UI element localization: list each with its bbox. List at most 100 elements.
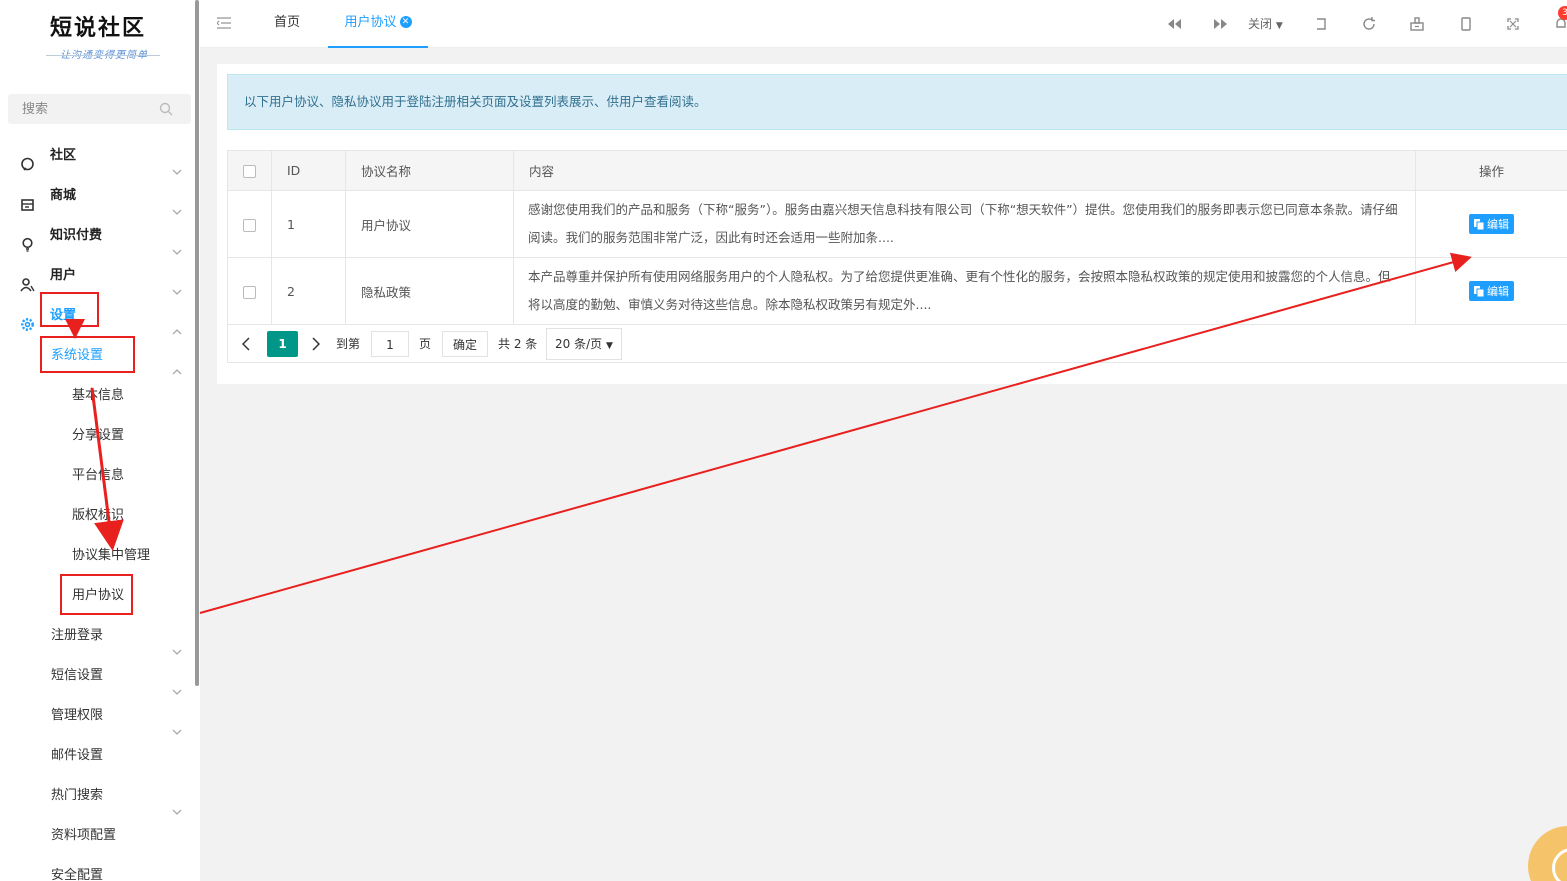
- row-checkbox[interactable]: [243, 218, 256, 232]
- search-input[interactable]: [8, 94, 158, 124]
- sidebar-item-label: 社区: [50, 148, 77, 163]
- tab-home[interactable]: 首页: [274, 0, 300, 48]
- sidebar-item-label: 版权标识: [72, 508, 125, 523]
- annotation-box-settings: [40, 292, 99, 327]
- sidebar-item-hot-search[interactable]: 热门搜索: [0, 776, 196, 816]
- cell-name: 隐私政策: [345, 257, 514, 325]
- sidebar-item-label: 热门搜索: [51, 788, 104, 803]
- notification-badge: 3: [1558, 6, 1567, 20]
- tab-user-agreement[interactable]: 用户协议 ✕: [328, 0, 428, 48]
- close-tabs-dropdown[interactable]: 关闭 ▼: [1248, 0, 1283, 48]
- main-content: 以下用户协议、隐私协议用于登陆注册相关页面及设置列表展示、供用户查看阅读。 ID…: [217, 64, 1567, 384]
- cell-id: 2: [271, 257, 346, 325]
- search-icon[interactable]: [159, 102, 173, 120]
- tab-label: 用户协议: [344, 15, 397, 30]
- mobile-preview-icon[interactable]: [1457, 15, 1475, 33]
- edit-button[interactable]: 编辑: [1469, 214, 1514, 234]
- sidebar-item-users[interactable]: 用户: [0, 256, 196, 296]
- sidebar-item-register-login[interactable]: 注册登录: [0, 616, 196, 656]
- users-icon: [20, 269, 35, 292]
- pager-current-page[interactable]: 1: [267, 331, 298, 357]
- column-header-content: 内容: [513, 150, 1416, 191]
- row-select-cell: [227, 190, 272, 258]
- sidebar-item-label: 知识付费: [50, 228, 103, 243]
- fullscreen-icon[interactable]: [1504, 15, 1522, 33]
- column-header-name: 协议名称: [345, 150, 514, 191]
- sidebar-item-label: 基本信息: [72, 388, 125, 403]
- store-icon: [20, 189, 35, 211]
- logo-slogan: 让沟通变得更简单: [8, 46, 200, 61]
- pager-goto-label: 到第: [336, 337, 361, 351]
- chat-icon: [20, 149, 35, 171]
- sidebar-item-label: 注册登录: [51, 628, 104, 643]
- sidebar-item-agreements[interactable]: 协议集中管理: [0, 536, 196, 576]
- sidebar-item-security[interactable]: 安全配置: [0, 856, 196, 881]
- row-select-cell: [227, 257, 272, 325]
- cell-name: 用户协议: [345, 190, 514, 258]
- sidebar-item-label: 用户: [50, 268, 77, 283]
- edit-button-label: 编辑: [1487, 218, 1509, 231]
- pager-size-label: 20 条/页: [555, 337, 603, 351]
- sidebar-item-label: 资料项配置: [51, 828, 117, 843]
- sidebar-item-community[interactable]: 社区: [0, 136, 196, 176]
- cell-actions: 编辑: [1415, 257, 1567, 325]
- logo: 短说社区 让沟通变得更简单: [0, 10, 200, 61]
- pager-prev-icon[interactable]: [241, 331, 250, 357]
- cell-actions: 编辑: [1415, 190, 1567, 258]
- cell-content: 本产品尊重并保护所有使用网络服务用户的个人隐私权。为了给您提供更准确、更有个性化…: [513, 257, 1416, 325]
- table-row: 1 用户协议 感谢您使用我们的产品和服务（下称“服务”）。服务由嘉兴想天信息科技…: [227, 190, 1567, 258]
- sidebar-item-label: 平台信息: [72, 468, 125, 483]
- edit-button[interactable]: 编辑: [1469, 281, 1514, 301]
- column-header-actions: 操作: [1415, 150, 1567, 191]
- edit-button-label: 编辑: [1487, 285, 1509, 298]
- sidebar-menu: 社区 商城 知识付费 用户 设置 系统设置 基本信息 分享设置 平台信息 版权标…: [0, 136, 196, 881]
- select-all-checkbox[interactable]: [243, 165, 256, 178]
- column-header-id: ID: [271, 150, 346, 191]
- column-header-actions-label: 操作: [1478, 164, 1504, 179]
- sidebar-item-mail-settings[interactable]: 邮件设置: [0, 736, 196, 776]
- select-all-cell: [227, 150, 272, 191]
- sidebar-item-knowledge[interactable]: 知识付费: [0, 216, 196, 256]
- next-page-icon[interactable]: [1211, 15, 1229, 33]
- sidebar: 短说社区 让沟通变得更简单 社区 商城 知识付费: [0, 0, 200, 881]
- sidebar-item-basic-info[interactable]: 基本信息: [0, 376, 196, 416]
- copy-icon: [1474, 285, 1484, 297]
- annotation-box-user-agreement: [60, 574, 133, 615]
- gear-icon: [20, 309, 35, 331]
- menu-toggle-icon[interactable]: [216, 17, 231, 33]
- row-checkbox[interactable]: [243, 285, 256, 299]
- sidebar-item-label: 管理权限: [51, 708, 104, 723]
- pager-page-label: 页: [419, 337, 432, 351]
- sidebar-item-sms-settings[interactable]: 短信设置: [0, 656, 196, 696]
- pager-goto-input[interactable]: 1: [371, 331, 409, 357]
- table-row: 2 隐私政策 本产品尊重并保护所有使用网络服务用户的个人隐私权。为了给您提供更准…: [227, 257, 1567, 325]
- caret-down-icon: ▼: [605, 341, 613, 351]
- sidebar-item-label: 邮件设置: [51, 748, 104, 763]
- search-box: [8, 94, 191, 124]
- sidebar-item-mall[interactable]: 商城: [0, 176, 196, 216]
- refresh-icon[interactable]: [1360, 15, 1378, 33]
- sidebar-item-profile-fields[interactable]: 资料项配置: [0, 816, 196, 856]
- logo-title: 短说社区: [49, 15, 146, 41]
- sidebar-scrollbar[interactable]: [195, 0, 199, 686]
- agreement-table: ID 协议名称 内容 操作 1 用户协议 感谢您使用我们的产品和服务（下称“服务…: [227, 150, 1567, 325]
- annotation-box-system-settings: [40, 336, 135, 373]
- sidebar-item-label: 协议集中管理: [72, 548, 151, 563]
- pager-next-icon[interactable]: [312, 331, 321, 357]
- pager-confirm-button[interactable]: 确定: [442, 331, 488, 357]
- pagination: 1 到第 1 页 确定 共 2 条 20 条/页 ▼: [227, 323, 1567, 363]
- sidebar-item-label: 短信设置: [51, 668, 104, 683]
- table-header-row: ID 协议名称 内容 操作: [227, 150, 1567, 191]
- back-icon[interactable]: [1312, 15, 1330, 33]
- sidebar-item-share-settings[interactable]: 分享设置: [0, 416, 196, 456]
- sidebar-item-platform-info[interactable]: 平台信息: [0, 456, 196, 496]
- logo-underline: [46, 55, 160, 56]
- close-icon[interactable]: ✕: [399, 15, 412, 28]
- pager-size-select[interactable]: 20 条/页 ▼: [546, 328, 622, 360]
- sidebar-item-copyright[interactable]: 版权标识: [0, 496, 196, 536]
- caret-down-icon: ▼: [1275, 21, 1283, 31]
- prev-page-icon[interactable]: [1165, 15, 1183, 33]
- clear-cache-icon[interactable]: [1408, 15, 1426, 33]
- cell-id: 1: [271, 190, 346, 258]
- sidebar-item-permissions[interactable]: 管理权限: [0, 696, 196, 736]
